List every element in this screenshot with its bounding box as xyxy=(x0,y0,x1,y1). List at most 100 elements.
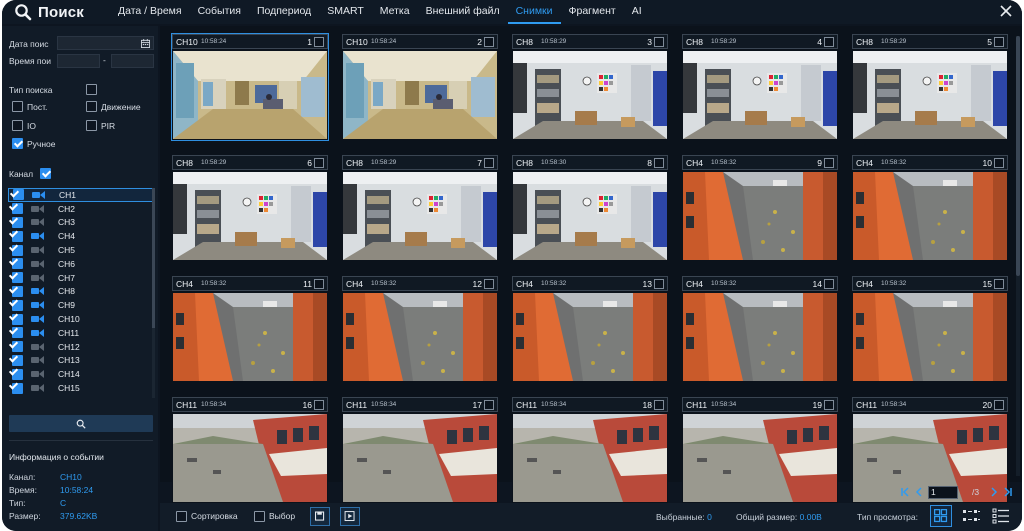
close-icon[interactable] xyxy=(998,3,1014,19)
tab-4[interactable]: Метка xyxy=(372,0,418,24)
tab-3[interactable]: SMART xyxy=(319,0,372,24)
snapshot-thumbnail[interactable] xyxy=(853,172,1007,260)
channel-checkbox[interactable] xyxy=(12,230,23,242)
channel-row[interactable]: CH11 xyxy=(8,326,154,340)
snapshot-tile[interactable]: CH11 10:58:34 19 xyxy=(682,397,838,503)
search-type-all-checkbox[interactable] xyxy=(86,84,97,95)
prev-page-icon[interactable] xyxy=(914,487,924,497)
channel-checkbox[interactable] xyxy=(13,189,24,201)
snapshot-tile[interactable]: CH10 10:58:24 1 xyxy=(171,33,329,141)
snapshot-tile[interactable]: CH11 10:58:34 18 xyxy=(512,397,668,503)
channel-all-checkbox[interactable] xyxy=(40,168,51,179)
snapshot-thumbnail[interactable] xyxy=(683,172,837,260)
snapshot-thumbnail[interactable] xyxy=(683,414,837,502)
snapshot-thumbnail[interactable] xyxy=(683,293,837,381)
snapshot-thumbnail[interactable] xyxy=(343,293,497,381)
time-start-field[interactable] xyxy=(57,54,100,68)
type-constant-checkbox[interactable] xyxy=(12,101,23,112)
snapshot-thumbnail[interactable] xyxy=(853,51,1007,139)
select-checkbox[interactable] xyxy=(254,511,265,522)
snapshot-thumbnail[interactable] xyxy=(343,51,497,139)
list-view-button[interactable] xyxy=(990,505,1012,527)
snapshot-checkbox[interactable] xyxy=(994,37,1004,47)
type-io-checkbox[interactable] xyxy=(12,120,23,131)
snapshot-thumbnail[interactable] xyxy=(513,293,667,381)
snapshot-thumbnail[interactable] xyxy=(343,172,497,260)
snapshot-tile[interactable]: CH8 10:58:29 4 xyxy=(682,34,838,140)
snapshot-tile[interactable]: CH4 10:58:32 15 xyxy=(852,276,1008,382)
snapshot-thumbnail[interactable] xyxy=(513,51,667,139)
snapshot-tile[interactable]: CH11 10:58:34 16 xyxy=(172,397,328,503)
snapshot-thumbnail[interactable] xyxy=(513,172,667,260)
grid-view-button[interactable] xyxy=(930,505,952,527)
channel-checkbox[interactable] xyxy=(12,341,23,353)
channel-row[interactable]: CH12 xyxy=(8,340,154,354)
snapshot-thumbnail[interactable] xyxy=(853,293,1007,381)
snapshot-checkbox[interactable] xyxy=(314,400,324,410)
snapshot-checkbox[interactable] xyxy=(824,400,834,410)
tab-8[interactable]: AI xyxy=(624,0,650,24)
snapshot-tile[interactable]: CH11 10:58:34 17 xyxy=(342,397,498,503)
search-button[interactable] xyxy=(9,415,153,432)
channel-scrollbar[interactable] xyxy=(152,188,155,398)
channel-row[interactable]: CH14 xyxy=(8,367,154,381)
channel-row[interactable]: CH8 xyxy=(8,285,154,299)
snapshot-checkbox[interactable] xyxy=(484,400,494,410)
page-input[interactable]: 1 xyxy=(928,485,958,499)
snapshot-tile[interactable]: CH4 10:58:32 10 xyxy=(852,155,1008,261)
snapshot-checkbox[interactable] xyxy=(314,279,324,289)
type-manual-checkbox[interactable] xyxy=(12,138,23,149)
snapshot-checkbox[interactable] xyxy=(314,158,324,168)
channel-checkbox[interactable] xyxy=(12,216,23,228)
snapshot-checkbox[interactable] xyxy=(824,37,834,47)
channel-checkbox[interactable] xyxy=(12,313,23,325)
tab-0[interactable]: Дата / Время xyxy=(110,0,190,24)
channel-checkbox[interactable] xyxy=(12,258,23,270)
snapshot-tile[interactable]: CH8 10:58:30 8 xyxy=(512,155,668,261)
snapshot-tile[interactable]: CH8 10:58:29 6 xyxy=(172,155,328,261)
channel-row[interactable]: CH6 xyxy=(8,257,154,271)
snapshot-checkbox[interactable] xyxy=(824,158,834,168)
snapshot-tile[interactable]: CH4 10:58:32 14 xyxy=(682,276,838,382)
channel-row[interactable]: CH10 xyxy=(8,312,154,326)
channel-checkbox[interactable] xyxy=(12,272,23,284)
grid-scrollbar[interactable] xyxy=(1016,36,1020,476)
snapshot-tile[interactable]: CH8 10:58:29 3 xyxy=(512,34,668,140)
snapshot-checkbox[interactable] xyxy=(484,158,494,168)
channel-row[interactable]: CH2 xyxy=(8,202,154,216)
time-end-field[interactable] xyxy=(111,54,154,68)
snapshot-checkbox[interactable] xyxy=(994,279,1004,289)
channel-row[interactable]: CH13 xyxy=(8,354,154,368)
channel-row[interactable]: CH4 xyxy=(8,229,154,243)
type-pir-checkbox[interactable] xyxy=(86,120,97,131)
snapshot-thumbnail[interactable] xyxy=(683,51,837,139)
channel-row[interactable]: CH9 xyxy=(8,298,154,312)
save-button[interactable] xyxy=(310,507,330,526)
channel-checkbox[interactable] xyxy=(12,354,23,366)
channel-checkbox[interactable] xyxy=(12,203,23,215)
channel-checkbox[interactable] xyxy=(12,299,23,311)
snapshot-tile[interactable]: CH4 10:58:32 12 xyxy=(342,276,498,382)
channel-row[interactable]: CH7 xyxy=(8,271,154,285)
snapshot-thumbnail[interactable] xyxy=(513,414,667,502)
snapshot-thumbnail[interactable] xyxy=(173,293,327,381)
snapshot-thumbnail[interactable] xyxy=(343,414,497,502)
play-button[interactable] xyxy=(340,507,360,526)
channel-row[interactable]: CH5 xyxy=(8,243,154,257)
tab-7[interactable]: Фрагмент xyxy=(561,0,624,24)
snapshot-tile[interactable]: CH4 10:58:32 11 xyxy=(172,276,328,382)
snapshot-tile[interactable]: CH4 10:58:32 13 xyxy=(512,276,668,382)
snapshot-thumbnail[interactable] xyxy=(173,414,327,502)
channel-row[interactable]: CH1 xyxy=(8,188,154,202)
snapshot-checkbox[interactable] xyxy=(994,400,1004,410)
channel-checkbox[interactable] xyxy=(12,285,23,297)
type-motion-checkbox[interactable] xyxy=(86,101,97,112)
snapshot-checkbox[interactable] xyxy=(484,279,494,289)
snapshot-checkbox[interactable] xyxy=(824,279,834,289)
tab-6[interactable]: Снимки xyxy=(507,0,561,24)
next-page-icon[interactable] xyxy=(989,487,999,497)
snapshot-checkbox[interactable] xyxy=(484,37,494,47)
snapshot-thumbnail[interactable] xyxy=(173,51,327,139)
tab-5[interactable]: Внешний файл xyxy=(418,0,508,24)
thumbnail-list-view-button[interactable] xyxy=(960,505,982,527)
